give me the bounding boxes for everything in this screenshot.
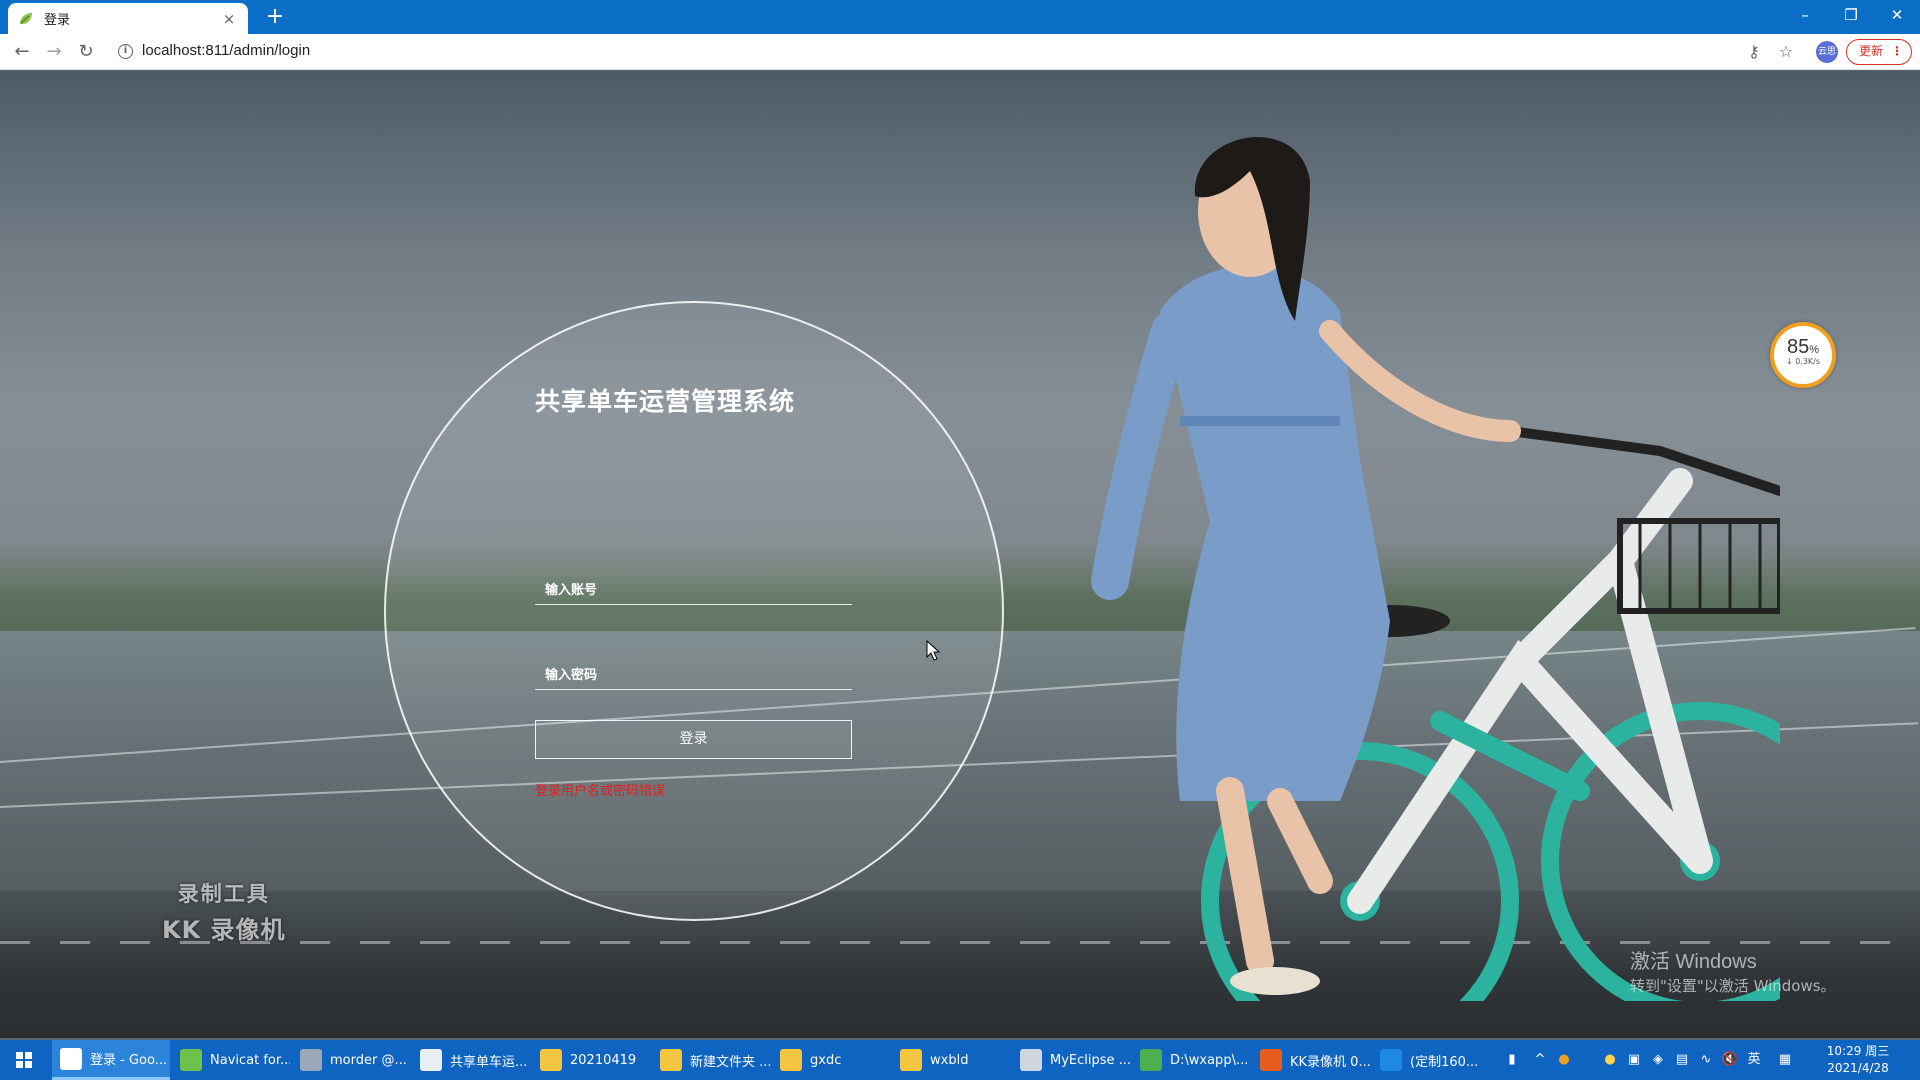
taskbar-item[interactable]: 登录 - Goo... xyxy=(52,1040,170,1080)
folder-icon xyxy=(780,1049,802,1071)
leaf-favicon-icon xyxy=(20,12,32,24)
battery-icon[interactable]: ▮ xyxy=(1502,1040,1522,1080)
login-error-message: 登录用户名或密码错误 xyxy=(535,784,666,799)
system-clock[interactable]: 10:29 周三 2021/4/28 xyxy=(1820,1043,1896,1077)
more-menu-icon: ⋮ xyxy=(1891,44,1903,58)
show-hidden-icons[interactable]: ^ xyxy=(1530,1040,1550,1080)
password-input[interactable] xyxy=(535,660,852,689)
wifi-icon[interactable]: ∿ xyxy=(1696,1040,1716,1080)
back-arrow-icon[interactable]: ← xyxy=(10,40,34,64)
taskbar-item-label: MyEclipse ... xyxy=(1050,1052,1130,1068)
chrome-icon xyxy=(60,1047,82,1070)
account-field xyxy=(535,575,852,605)
tab-title: 登录 xyxy=(44,13,71,28)
minimize-button[interactable]: – xyxy=(1782,0,1828,30)
forward-arrow-icon[interactable]: → xyxy=(42,40,66,64)
folder-icon xyxy=(540,1049,562,1071)
ime-mode-icon[interactable]: ▦ xyxy=(1774,1040,1796,1080)
update-label: 更新 xyxy=(1859,44,1884,58)
account-input[interactable] xyxy=(535,575,852,604)
database-icon xyxy=(300,1049,322,1071)
taskbar-item-label: 登录 - Goo... xyxy=(90,1053,168,1068)
notepad-icon xyxy=(1140,1049,1162,1071)
taskbar-item[interactable]: 20210419 xyxy=(532,1040,650,1080)
activation-subtitle: 转到"设置"以激活 Windows。 xyxy=(1630,977,1836,995)
browser-tabstrip: 登录 × + – ❐ ✕ xyxy=(0,0,1920,34)
taskbar-item-label: (定制160... xyxy=(1410,1054,1479,1070)
clock-time: 10:29 周三 xyxy=(1826,1044,1890,1058)
taskbar-item[interactable]: 新建文件夹 ... xyxy=(652,1040,770,1080)
taskbar-item-label: D:\wxapp\... xyxy=(1170,1052,1249,1068)
taskbar-item[interactable]: D:\wxapp\... xyxy=(1132,1040,1250,1080)
star-bookmark-icon[interactable]: ☆ xyxy=(1776,42,1796,62)
taskbar-item[interactable]: morder @... xyxy=(292,1040,410,1080)
folder-icon xyxy=(900,1049,922,1071)
taskbar-item-label: 共享单车运... xyxy=(450,1054,528,1070)
taskbar-item[interactable]: MyEclipse ... xyxy=(1012,1040,1130,1080)
recorder-watermark: 录制工具 KK 录像机 xyxy=(162,878,286,945)
tray-shield-icon[interactable]: ◈ xyxy=(1648,1040,1668,1080)
taskbar-item[interactable]: Navicat for... xyxy=(172,1040,290,1080)
tab-close-icon[interactable]: × xyxy=(220,10,238,28)
speed-percent: 85 xyxy=(1786,336,1810,358)
windows-taskbar: 登录 - Goo... Navicat for... morder @... 共享单车… xyxy=(0,1040,1920,1080)
tab-login[interactable]: 登录 × xyxy=(8,3,248,34)
windows-activation-watermark: 激活 Windows 转到"设置"以激活 Windows。 xyxy=(1630,945,1836,996)
folder-icon xyxy=(660,1049,682,1071)
system-title: 共享单车运营管理系统 xyxy=(535,387,796,416)
login-button[interactable]: 登录 xyxy=(535,720,852,759)
speed-unit: % xyxy=(1809,344,1820,356)
taskbar-item-label: wxbld xyxy=(930,1052,969,1068)
taskbar-item-label: KK录像机 0... xyxy=(1290,1054,1370,1070)
tray-window-icon[interactable]: ▣ xyxy=(1624,1040,1644,1080)
reload-icon[interactable]: ↻ xyxy=(74,40,98,64)
close-window-button[interactable]: ✕ xyxy=(1874,0,1920,30)
new-tab-button[interactable]: + xyxy=(262,5,288,29)
taskbar-item-label: gxdc xyxy=(810,1052,842,1068)
taskbar-item-label: Navicat for... xyxy=(210,1052,290,1068)
tray-status-icon[interactable]: ● xyxy=(1600,1040,1620,1080)
hero-photo-woman-bike xyxy=(1091,137,1780,1001)
taskbar-item[interactable]: (定制160... xyxy=(1372,1040,1490,1080)
recorder-watermark-line2: KK 录像机 xyxy=(162,916,286,944)
tray-network-icon[interactable]: ▤ xyxy=(1672,1040,1692,1080)
key-icon[interactable]: ⚷ xyxy=(1744,42,1764,62)
restore-button[interactable]: ❐ xyxy=(1828,0,1874,30)
address-bar[interactable]: localhost:811/admin/login xyxy=(142,42,310,59)
navicat-icon xyxy=(180,1049,202,1071)
taskbar-item[interactable]: gxdc xyxy=(772,1040,890,1080)
profile-avatar[interactable]: 云思 xyxy=(1816,41,1838,63)
update-button[interactable]: 更新 ⋮ xyxy=(1846,39,1912,65)
taskbar-item[interactable]: 共享单车运... xyxy=(412,1040,530,1080)
mouse-cursor-icon xyxy=(926,640,941,661)
myeclipse-icon xyxy=(1020,1049,1042,1071)
taskbar-item-label: morder @... xyxy=(330,1052,407,1068)
activation-title: 激活 Windows xyxy=(1630,951,1757,973)
ime-language-indicator[interactable]: 英 xyxy=(1744,1040,1764,1080)
clock-date: 2021/4/28 xyxy=(1827,1061,1889,1075)
browser-toolbar: ← → ↻ i localhost:811/admin/login ⚷ ☆ 云思… xyxy=(0,34,1920,70)
recorder-watermark-line1: 录制工具 xyxy=(177,882,270,906)
page-viewport xyxy=(0,71,1920,1038)
speed-rate: ↓ 0.3K/s xyxy=(1785,357,1821,366)
wechat-devtools-icon xyxy=(420,1049,442,1071)
vpn-icon xyxy=(1380,1049,1402,1071)
taskbar-item[interactable]: wxbld xyxy=(892,1040,1010,1080)
windows-start-icon[interactable] xyxy=(0,1040,48,1080)
password-field xyxy=(535,660,852,690)
tray-app-icon[interactable]: ● xyxy=(1554,1040,1574,1080)
site-info-icon[interactable]: i xyxy=(118,44,133,59)
volume-muted-icon[interactable]: 🔇 xyxy=(1720,1040,1740,1080)
taskbar-item[interactable]: KK录像机 0... xyxy=(1252,1040,1370,1080)
taskbar-item-label: 20210419 xyxy=(570,1052,637,1068)
network-speed-widget[interactable]: 85% ↓ 0.3K/s xyxy=(1770,322,1836,388)
kk-recorder-icon xyxy=(1260,1049,1282,1071)
taskbar-item-label: 新建文件夹 ... xyxy=(690,1054,770,1070)
